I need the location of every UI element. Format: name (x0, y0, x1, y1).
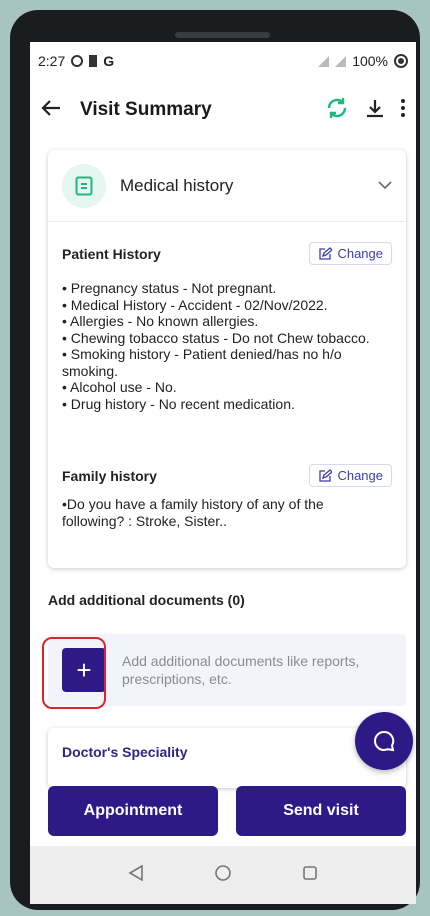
signal-icon-2 (335, 55, 347, 67)
app-screen: 2:27 G 100% Visit Summary Medical histor… (30, 42, 416, 904)
app-notification-icon (71, 55, 84, 67)
change-label: Change (337, 246, 383, 261)
nav-home-icon[interactable] (214, 864, 232, 887)
carrier-letter: G (103, 53, 115, 69)
family-history-list: •Do you have a family history of any of … (62, 496, 396, 529)
patient-history-row: Patient History Change (62, 242, 392, 265)
app-bar: Visit Summary (30, 88, 416, 132)
signal-icon (318, 55, 330, 67)
medical-history-card: Medical history Patient History Change •… (48, 150, 406, 568)
doctor-speciality-title: Doctor's Speciality (62, 744, 188, 760)
speaker-grille (175, 32, 270, 38)
doctor-speciality-card[interactable]: Doctor's Speciality (48, 728, 406, 788)
patient-history-list: • Pregnancy status - Not pregnant. • Med… (62, 280, 396, 412)
battery-percentage: 100% (352, 53, 388, 69)
family-history-row: Family history Change (62, 464, 392, 487)
edit-icon (319, 246, 333, 260)
system-nav-bar (30, 846, 416, 904)
status-time: 2:27 (38, 53, 66, 69)
list-item: •Do you have a family history of any of … (62, 496, 324, 512)
chat-bubble-icon (374, 730, 395, 752)
list-item: smoking. (62, 362, 119, 379)
chat-fab-button[interactable] (355, 712, 413, 770)
status-bar: 2:27 G 100% (30, 42, 416, 80)
chevron-down-icon[interactable] (378, 177, 392, 195)
appointment-button[interactable]: Appointment (48, 786, 218, 836)
edit-icon (319, 468, 333, 482)
medical-history-label: Medical history (120, 175, 234, 195)
medical-record-icon (62, 163, 106, 208)
download-icon[interactable] (364, 97, 386, 124)
more-options-icon[interactable] (400, 98, 406, 123)
list-item: following? : Stroke, Sister.. (62, 512, 227, 529)
list-item: • Allergies - No known allergies. (62, 313, 259, 329)
list-item: • Pregnancy status - Not pregnant. (62, 280, 277, 296)
patient-history-title: Patient History (62, 245, 161, 262)
bottom-action-bar: Appointment Send visit (48, 786, 406, 836)
back-arrow-icon[interactable] (40, 97, 62, 124)
additional-documents-title: Add additional documents (0) (48, 592, 245, 608)
nav-back-icon[interactable] (128, 864, 144, 887)
family-history-change-button[interactable]: Change (309, 464, 392, 487)
list-item: • Chewing tobacco status - Do not Chew t… (62, 329, 370, 346)
medical-history-header[interactable]: Medical history (48, 150, 406, 222)
add-documents-hint: Add additional documents like reports, p… (122, 653, 360, 687)
list-item: • Smoking history - Patient denied/has n… (62, 346, 342, 362)
sync-icon[interactable] (324, 95, 350, 126)
page-title: Visit Summary (80, 99, 212, 120)
battery-icon (394, 54, 408, 68)
highlight-outline (42, 637, 106, 709)
family-history-title: Family history (62, 467, 157, 484)
list-item: • Alcohol use - No. (62, 379, 177, 395)
list-item: • Drug history - No recent medication. (62, 395, 295, 412)
patient-history-change-button[interactable]: Change (309, 242, 392, 265)
send-visit-button[interactable]: Send visit (236, 786, 406, 836)
sim-icon (89, 55, 98, 67)
list-item: • Medical History - Accident - 02/Nov/20… (62, 296, 328, 313)
change-label: Change (337, 468, 383, 483)
nav-recents-icon[interactable] (302, 865, 318, 886)
